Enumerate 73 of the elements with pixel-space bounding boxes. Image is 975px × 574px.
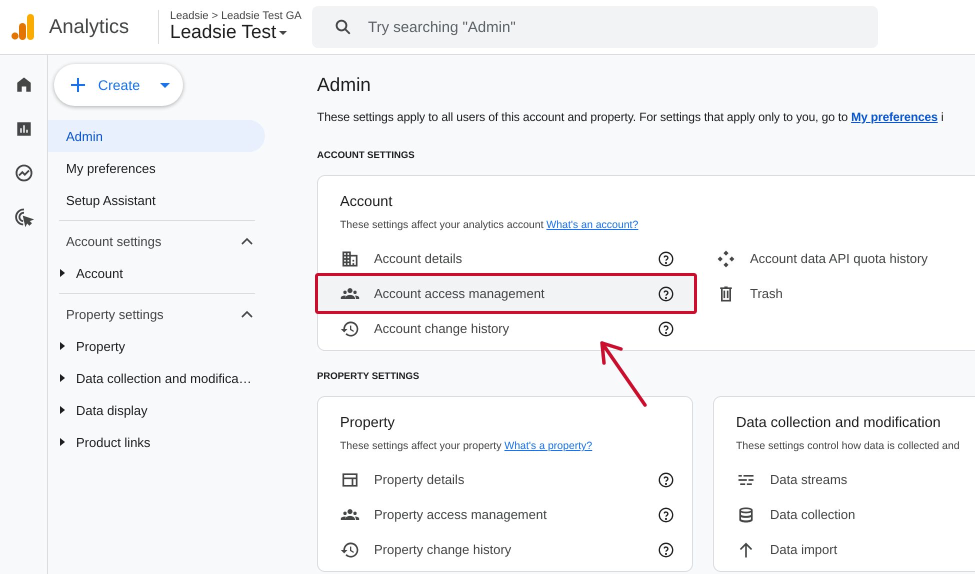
card-description: These settings affect your property What's a property? [340, 440, 594, 452]
settings-row[interactable]: Account access management [318, 276, 694, 311]
caret-icon [278, 28, 288, 38]
row-label: Property access management [374, 507, 548, 522]
settings-row[interactable]: Data collection [714, 497, 975, 532]
plus-icon [70, 77, 86, 93]
help-icon[interactable] [658, 542, 674, 558]
expand-arrow-icon [60, 269, 66, 277]
settings-row[interactable]: Account details [318, 241, 694, 276]
row-label: Property details [374, 472, 466, 487]
expand-arrow-icon [60, 342, 66, 350]
page-title: Admin [317, 75, 372, 97]
row-label: Data import [770, 542, 838, 557]
create-button[interactable]: Create [54, 64, 183, 106]
search-bar[interactable]: Try searching "Admin" [312, 6, 878, 48]
section-header[interactable]: Property settings [48, 298, 265, 330]
sidebar-item[interactable]: Setup Assistant [48, 184, 265, 216]
section-header[interactable]: Account settings [48, 225, 265, 257]
building-icon [340, 248, 360, 268]
help-link[interactable]: What's a property? [504, 440, 592, 452]
diamond-arrows-icon [716, 248, 736, 268]
row-label: Property change history [374, 542, 512, 557]
help-icon[interactable] [658, 320, 674, 336]
settings-row[interactable]: Data streams [714, 462, 975, 497]
card-description: These settings affect your analytics account What's an account? [340, 219, 640, 231]
caret-icon [160, 80, 170, 90]
expand-arrow-icon [60, 406, 66, 414]
history-icon [340, 540, 360, 560]
sidebar-item[interactable]: Admin [48, 120, 265, 152]
row-label: Account data API quota history [750, 251, 929, 266]
breadcrumb: Leadsie > Leadsie Test GA [170, 10, 300, 22]
search-icon [334, 18, 352, 36]
help-icon[interactable] [658, 472, 674, 488]
trend-chart-icon[interactable] [12, 162, 34, 184]
row-label: Account change history [374, 321, 510, 336]
row-label: Data streams [770, 472, 848, 487]
product-name: Analytics [49, 16, 130, 38]
card-title: Property [340, 415, 396, 431]
help-link[interactable]: What's an account? [546, 219, 638, 231]
help-icon[interactable] [658, 506, 674, 522]
cursor-target-icon[interactable] [12, 206, 34, 228]
section-heading: ACCOUNT SETTINGS [317, 150, 416, 161]
settings-row[interactable]: Account change history [318, 311, 694, 346]
help-icon[interactable] [658, 250, 674, 266]
settings-row[interactable]: Trash [694, 276, 975, 311]
settings-row[interactable]: Data import [714, 532, 975, 567]
settings-row[interactable]: Property change history [318, 532, 694, 567]
settings-row[interactable]: Property access management [318, 497, 694, 532]
page-description: These settings apply to all users of this account and property. For settings that apply only to you, go to My preferences i [317, 110, 945, 124]
sidebar-item[interactable]: My preferences [48, 152, 265, 184]
sidebar-item[interactable]: Data collection and modifica… [48, 362, 273, 394]
card-title: Account [340, 194, 394, 210]
row-label: Trash [750, 286, 784, 301]
card-title: Data collection and modification [736, 415, 942, 431]
sidebar-item[interactable]: Property [48, 330, 273, 362]
section-heading: PROPERTY SETTINGS [317, 371, 420, 382]
settings-row[interactable]: Property details [318, 462, 694, 497]
sidebar-item[interactable]: Product links [48, 426, 273, 458]
row-label: Data collection [770, 507, 856, 522]
help-icon[interactable] [658, 286, 674, 302]
row-label: Account details [374, 251, 464, 266]
preferences-link[interactable]: My preferences [851, 110, 938, 124]
sidebar-item[interactable]: Account [48, 257, 273, 289]
bar-chart-logo-icon [11, 14, 35, 40]
expand-arrow-icon [60, 438, 66, 446]
settings-row[interactable]: Account data API quota history [694, 241, 975, 276]
search-field[interactable]: Try searching "Admin" [366, 18, 820, 36]
row-label: Account access management [374, 286, 546, 301]
expand-arrow-icon [60, 374, 66, 382]
card-description: These settings control how data is collected and [736, 440, 961, 452]
sidebar-item[interactable]: Data display [48, 394, 273, 426]
property-selector[interactable]: Leadsie Test [170, 22, 300, 44]
history-icon [340, 318, 360, 338]
